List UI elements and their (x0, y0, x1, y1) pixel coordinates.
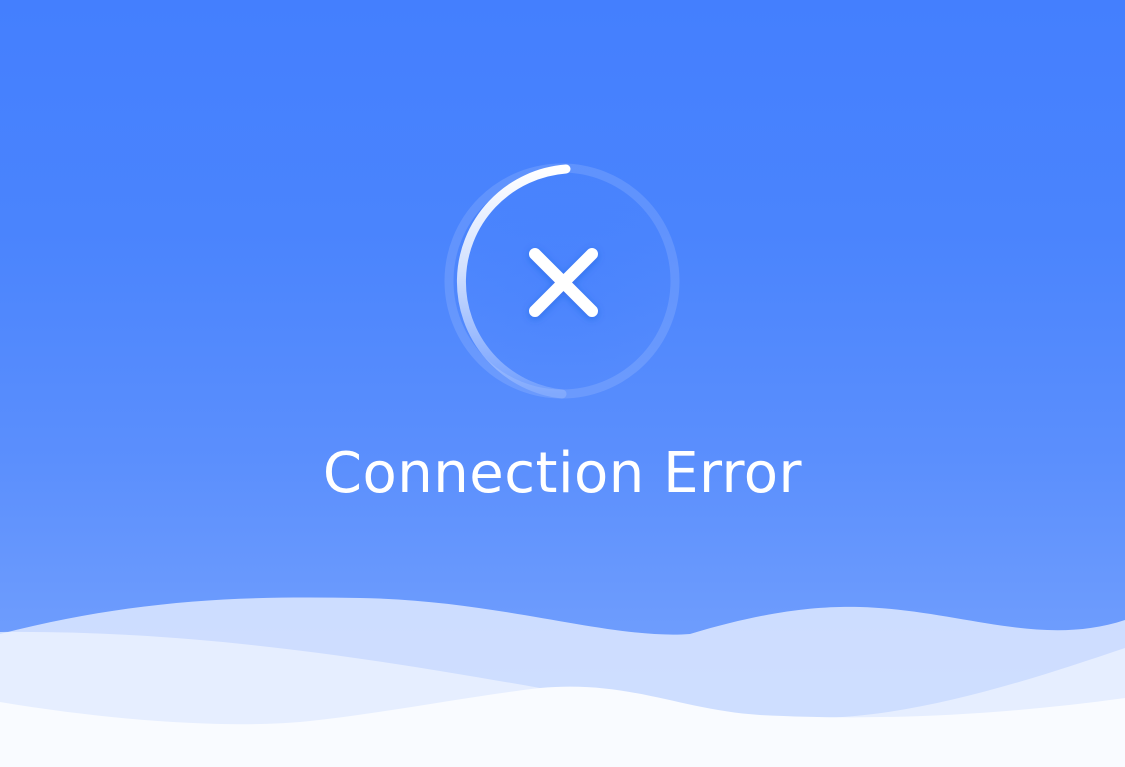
loading-ring (444, 163, 680, 399)
error-title: Connection Error (322, 441, 803, 506)
status-graphic (442, 161, 682, 401)
wave-decoration (0, 560, 1125, 767)
connection-error-screen: Connection Error (0, 0, 1125, 767)
